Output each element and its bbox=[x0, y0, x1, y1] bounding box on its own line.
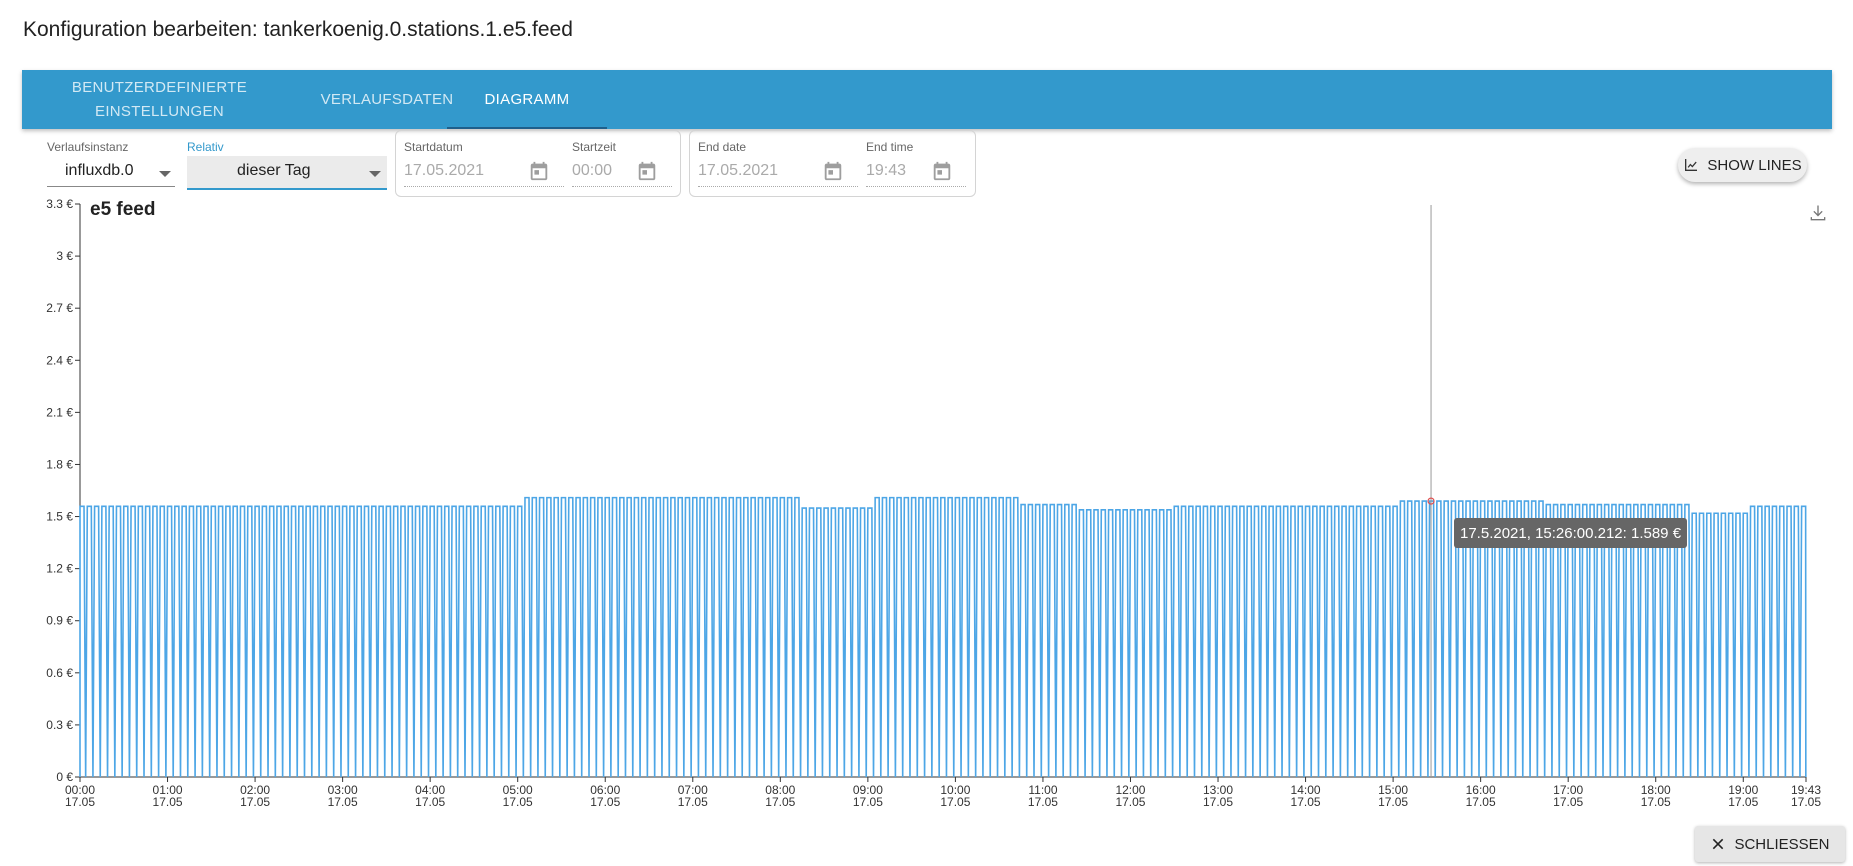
close-label: Schliessen bbox=[1734, 835, 1830, 853]
y-tick-label: 2.1 € bbox=[46, 405, 73, 419]
x-tick-date: 17.05 bbox=[240, 795, 270, 809]
y-tick-label: 0 € bbox=[56, 770, 73, 784]
tab-diagram-label: Diagramm bbox=[484, 90, 570, 108]
x-tick-date: 17.05 bbox=[1203, 795, 1233, 809]
x-tick-date: 17.05 bbox=[415, 795, 445, 809]
tab-active-indicator bbox=[447, 127, 607, 129]
start-date-underline bbox=[404, 186, 564, 187]
close-button[interactable]: Schliessen bbox=[1695, 826, 1845, 862]
calendar-icon[interactable] bbox=[528, 160, 550, 182]
y-axis: 0 € 0.3 € 0.6 € 0.9 € 1.2 € 1.5 € 1.8 € 2.1 € 2.… bbox=[46, 197, 81, 784]
chart-title: e5 feed bbox=[90, 199, 155, 220]
x-tick-date: 17.05 bbox=[1553, 795, 1583, 809]
y-tick-label: 0.6 € bbox=[46, 666, 73, 680]
end-time-value: 19:43 bbox=[866, 162, 907, 179]
y-tick-label: 0.9 € bbox=[46, 614, 73, 628]
tab-custom-settings-line2: Einstellungen bbox=[95, 102, 224, 120]
x-tick-date: 17.05 bbox=[853, 795, 883, 809]
show-lines-button[interactable]: Show lines bbox=[1678, 148, 1807, 182]
x-tick-date: 17.05 bbox=[1641, 795, 1671, 809]
relative-select[interactable]: dieser Tag bbox=[187, 156, 387, 190]
relative-value: dieser Tag bbox=[237, 162, 311, 179]
x-tick-date: 17.05 bbox=[1791, 795, 1821, 809]
dialog-title: Konfiguration bearbeiten: tankerkoenig.0… bbox=[23, 18, 573, 41]
line-chart[interactable]: e5 feed 0 € 0.3 € 0.6 € 0.9 € 1.2 € 1.5 € 1.8 … bbox=[0, 195, 1853, 820]
start-date-value: 17.05.2021 bbox=[404, 162, 485, 179]
end-time-underline bbox=[866, 186, 966, 187]
x-tick-date: 17.05 bbox=[940, 795, 970, 809]
x-tick-date: 17.05 bbox=[1728, 795, 1758, 809]
calendar-icon[interactable] bbox=[822, 160, 844, 182]
end-date-value: 17.05.2021 bbox=[698, 162, 779, 179]
tab-bar: Benutzerdefinierte Einstellungen Verlaufs… bbox=[22, 70, 1832, 129]
x-tick-date: 17.05 bbox=[65, 795, 95, 809]
chevron-down-icon bbox=[369, 171, 381, 177]
y-tick-label: 0.3 € bbox=[46, 718, 73, 732]
y-tick-label: 1.8 € bbox=[46, 457, 73, 471]
x-tick-date: 17.05 bbox=[678, 795, 708, 809]
instance-label: Verlaufsinstanz bbox=[47, 140, 129, 154]
instance-underline bbox=[47, 186, 175, 187]
instance-value: influxdb.0 bbox=[65, 162, 134, 179]
chart-line-icon bbox=[1685, 159, 1698, 171]
calendar-icon[interactable] bbox=[636, 160, 658, 182]
relative-label: Relativ bbox=[187, 140, 224, 154]
x-axis: 00:0017.0501:0017.0502:0017.0503:0017.05… bbox=[65, 776, 1821, 809]
start-time-label: Startzeit bbox=[572, 140, 617, 154]
x-tick-date: 17.05 bbox=[1378, 795, 1408, 809]
start-time-value: 00:00 bbox=[572, 162, 613, 179]
y-tick-label: 3 € bbox=[56, 249, 73, 263]
tab-diagram[interactable]: Diagramm bbox=[447, 70, 607, 129]
x-tick-date: 17.05 bbox=[1028, 795, 1058, 809]
end-time-label: End time bbox=[866, 140, 914, 154]
x-tick-date: 17.05 bbox=[1466, 795, 1496, 809]
x-tick-date: 17.05 bbox=[503, 795, 533, 809]
start-time-underline bbox=[572, 186, 672, 187]
tab-custom-settings-line1: Benutzerdefinierte bbox=[71, 78, 248, 96]
y-tick-label: 2.7 € bbox=[46, 301, 73, 315]
calendar-icon[interactable] bbox=[931, 160, 953, 182]
start-date-label: Startdatum bbox=[404, 140, 463, 154]
show-lines-label: Show lines bbox=[1707, 156, 1802, 174]
x-tick-date: 17.05 bbox=[153, 795, 183, 809]
x-tick-date: 17.05 bbox=[328, 795, 358, 809]
chevron-down-icon bbox=[159, 171, 171, 177]
y-tick-label: 2.4 € bbox=[46, 353, 73, 367]
x-tick-date: 17.05 bbox=[765, 795, 795, 809]
y-tick-label: 1.5 € bbox=[46, 510, 73, 524]
tab-history-data-label: Verlaufsdaten bbox=[320, 90, 454, 108]
y-tick-label: 1.2 € bbox=[46, 562, 73, 576]
instance-select[interactable]: influxdb.0 bbox=[47, 156, 175, 188]
end-date-underline bbox=[698, 186, 858, 187]
x-tick-date: 17.05 bbox=[1291, 795, 1321, 809]
x-tick-date: 17.05 bbox=[590, 795, 620, 809]
y-tick-label: 3.3 € bbox=[46, 197, 73, 211]
close-icon bbox=[1713, 838, 1724, 850]
chart-tooltip: 17.5.2021, 15:26:00.212: 1.589 € bbox=[1454, 518, 1688, 548]
x-tick-date: 17.05 bbox=[1115, 795, 1145, 809]
end-date-label: End date bbox=[698, 140, 747, 154]
tab-custom-settings[interactable]: Benutzerdefinierte Einstellungen bbox=[52, 70, 267, 129]
